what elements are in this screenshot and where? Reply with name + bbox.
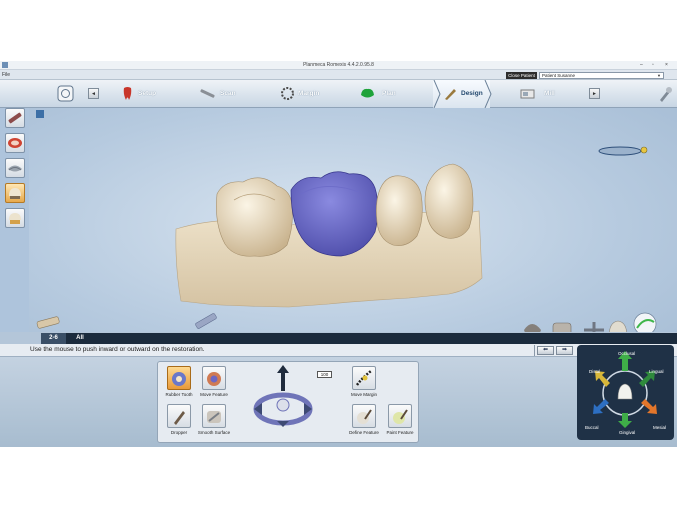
minimize-button[interactable]: – <box>640 62 643 68</box>
workflow-step-label: Design <box>461 90 483 97</box>
window-title-bar: Planmeca Romexis 4.4.2.0.95.8 – ▫ × <box>0 61 677 70</box>
smooth-surface-tool[interactable]: Smooth Surface <box>194 404 234 444</box>
label-occlusal: Occlusal <box>618 351 636 356</box>
dropper-tool[interactable]: Dropper <box>159 404 199 444</box>
bottom-panel: Rubber Tooth Move Feature Dropper Smooth… <box>0 357 677 447</box>
define-feature-tool[interactable]: Define Feature <box>344 404 384 444</box>
dropper-icon <box>167 404 191 428</box>
workflow-step-margin[interactable]: Margin <box>280 80 350 108</box>
workflow-step-setup[interactable]: Setup <box>120 80 190 108</box>
scanner-tip-icon[interactable] <box>195 313 217 329</box>
molar-tooth <box>216 177 293 257</box>
tool-label: Paint Feature <box>386 430 414 435</box>
chevron-right-icon <box>484 80 492 108</box>
rubber-tooth-tool[interactable]: Rubber Tooth <box>159 366 199 406</box>
plan-crown-icon <box>361 88 374 98</box>
label-mesial: Mesial <box>653 425 667 430</box>
view-orientation-gizmo[interactable] <box>598 146 648 156</box>
tooth-tabs: 2-6 All <box>0 332 677 344</box>
workflow-previous-button[interactable]: ◄ <box>88 88 99 99</box>
restoration-icon <box>9 213 21 224</box>
tool-label: Move Feature <box>200 392 228 397</box>
orientation-tooth-icon <box>617 383 633 400</box>
chevron-down-icon: ▼ <box>657 73 661 78</box>
margin-ring-icon <box>281 87 294 100</box>
workflow-step-label: Mill <box>544 90 555 97</box>
crown-model-icon <box>9 188 21 199</box>
smooth-surface-icon <box>202 404 226 428</box>
workflow-step-plan[interactable]: Plan <box>360 80 430 108</box>
home-icon[interactable] <box>55 80 77 108</box>
menu-file[interactable]: File <box>2 72 10 78</box>
application-window: File Close Patient Patient Susanne ▼ ◄ S… <box>0 70 677 447</box>
workflow-step-scan[interactable]: Scan <box>200 80 270 108</box>
chevron-right-icon <box>433 80 441 108</box>
define-feature-icon <box>352 404 376 428</box>
instruction-text: Use the mouse to push inward or outward … <box>30 346 205 353</box>
left-tool-design-view[interactable] <box>5 183 25 203</box>
rubber-tooth-icon <box>167 366 191 390</box>
move-feature-tool[interactable]: Move Feature <box>194 366 234 406</box>
arrow-gingival-icon[interactable] <box>618 413 632 428</box>
arrow-mesial-icon[interactable] <box>641 399 657 414</box>
left-tool-scan-preview[interactable] <box>5 108 25 128</box>
design-tools-panel: Rubber Tooth Move Feature Dropper Smooth… <box>157 361 419 443</box>
workflow-step-label: Setup <box>138 90 157 97</box>
antagonist-icon <box>8 138 22 148</box>
tool-label: Smooth Surface <box>197 430 231 435</box>
workflow-bar: ◄ Setup Scan Margin Plan Design Mill ► <box>0 80 677 108</box>
paint-feature-icon <box>388 404 412 428</box>
close-window-button[interactable]: × <box>665 62 668 68</box>
workflow-step-label: Scan <box>220 90 236 97</box>
close-patient-button[interactable]: Close Patient <box>506 72 537 79</box>
undo-button[interactable]: ⬅ <box>537 346 554 355</box>
3d-viewport[interactable] <box>29 108 677 370</box>
tab-tooth-2-6[interactable]: 2-6 <box>41 333 66 344</box>
premolar-tooth <box>424 163 474 239</box>
dental-model-render[interactable] <box>29 108 677 370</box>
label-distal: Distal <box>589 369 601 374</box>
scan-strip-icon <box>8 112 22 124</box>
left-toolbar <box>0 108 29 368</box>
workflow-next-button[interactable]: ► <box>589 88 600 99</box>
move-feature-icon <box>202 366 226 390</box>
setup-tooth-icon <box>123 87 132 100</box>
model-thumbnail-icon[interactable] <box>36 316 60 329</box>
move-margin-icon <box>352 366 376 390</box>
zoom-value-field[interactable]: 100 <box>317 371 332 378</box>
workflow-step-label: Margin <box>298 90 320 97</box>
workflow-step-label: Plan <box>382 90 396 97</box>
move-gizmo[interactable] <box>248 365 318 437</box>
window-title: Planmeca Romexis 4.4.2.0.95.8 <box>303 62 374 68</box>
move-margin-tool[interactable]: Move Margin <box>344 366 384 406</box>
premolar-tooth <box>376 175 423 246</box>
left-tool-restoration[interactable] <box>5 208 25 228</box>
maximize-button[interactable]: ▫ <box>652 62 654 68</box>
arrow-buccal-icon[interactable] <box>593 399 609 414</box>
tool-label: Move Margin <box>350 392 377 397</box>
mill-machine-icon <box>520 89 535 99</box>
patient-selector[interactable]: Patient Susanne ▼ <box>539 72 664 79</box>
left-tool-antagonist[interactable] <box>5 133 25 153</box>
patient-name: Patient Susanne <box>542 73 576 78</box>
design-pen-icon <box>445 89 456 100</box>
label-buccal: Buccal <box>585 425 599 430</box>
label-gingival: Gingival <box>619 430 636 435</box>
instruction-bar: Use the mouse to push inward or outward … <box>0 344 677 357</box>
tab-all[interactable]: All <box>66 333 94 344</box>
redo-button[interactable]: ➡ <box>556 346 573 355</box>
workflow-step-mill[interactable]: Mill <box>520 80 580 108</box>
scanner-wand-icon <box>200 89 215 98</box>
tools-wrench-icon[interactable] <box>656 80 674 108</box>
bite-icon <box>8 165 22 172</box>
left-tool-bite[interactable] <box>5 158 25 178</box>
paint-feature-tool[interactable]: Paint Feature <box>380 404 420 444</box>
view-settings-icon[interactable] <box>36 110 44 118</box>
label-lingual: Lingual <box>649 369 664 374</box>
orientation-compass: Occlusal Lingual Distal Mesial Buccal Gi… <box>577 345 674 440</box>
